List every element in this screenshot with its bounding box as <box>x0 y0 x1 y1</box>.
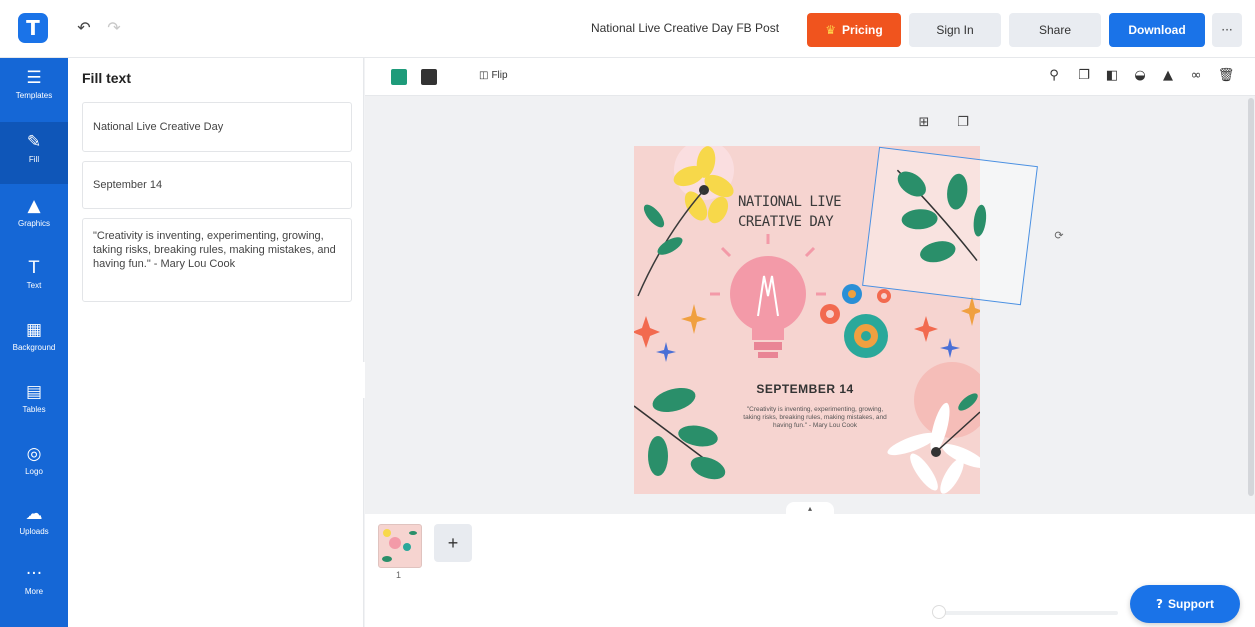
pricing-label: Pricing <box>842 23 883 37</box>
headline-line-2: CREATIVE DAY <box>738 214 834 230</box>
flip-button[interactable]: ◫ Flip <box>479 70 508 81</box>
zoom-slider-handle[interactable] <box>932 605 946 619</box>
text-field-quote[interactable]: "Creativity is inventing, experimenting,… <box>82 218 352 302</box>
leaf-branch-graphic <box>896 169 987 263</box>
panel-title: Fill text <box>82 70 132 86</box>
sidebar-item-background[interactable]: ▦ Background <box>0 310 68 372</box>
sidebar-item-more[interactable]: ··· More <box>0 554 68 616</box>
page-strip <box>365 514 1255 627</box>
trash-icon[interactable]: 🗑 <box>1217 67 1235 85</box>
zoom-slider[interactable] <box>938 611 1118 615</box>
share-button[interactable]: Share <box>1009 13 1101 47</box>
add-page-button[interactable]: + <box>434 524 472 562</box>
crown-icon: ♛ <box>825 23 837 37</box>
top-bar: T ↶ ↷ National Live Creative Day FB Post… <box>0 0 1255 58</box>
pricing-button[interactable]: ♛ Pricing <box>807 13 901 47</box>
canvas-scrollbar[interactable] <box>1248 98 1254 496</box>
pencil-icon: ✎ <box>26 132 42 152</box>
undo-icon[interactable]: ↶ <box>74 18 94 38</box>
page-number: 1 <box>396 570 402 580</box>
sidebar-item-fill[interactable]: ✎ Fill <box>0 122 68 184</box>
document-title[interactable]: National Live Creative Day FB Post <box>574 21 796 35</box>
page-thumbnail[interactable] <box>378 524 422 568</box>
sidebar-item-text[interactable]: T Text <box>0 248 68 310</box>
color-swatch-green[interactable] <box>391 69 407 85</box>
thumbnail-preview <box>382 529 417 562</box>
copy-page-icon[interactable]: ❐ <box>954 114 972 132</box>
fill-text-panel: Fill text National Live Creative Day Sep… <box>68 58 364 627</box>
more-icon: ··· <box>25 564 43 584</box>
add-page-icon[interactable]: ⊞ <box>915 114 933 132</box>
rotate-handle-icon[interactable]: ⟳ <box>1052 229 1066 243</box>
artboard-date[interactable]: SEPTEMBER 14 <box>730 382 880 396</box>
selected-element-frame[interactable] <box>862 146 1038 306</box>
support-label: Support <box>1167 597 1214 611</box>
layers-icon[interactable]: ◧ <box>1103 67 1121 85</box>
sidebar-item-label: Templates <box>15 91 53 100</box>
sidebar-item-label: Uploads <box>19 527 49 536</box>
text-field-date[interactable]: September 14 <box>82 161 352 209</box>
background-icon: ▦ <box>25 320 43 340</box>
color-swatch-dark[interactable] <box>421 69 437 85</box>
flip-label: Flip <box>491 70 508 81</box>
flip-icon: ◫ <box>479 70 489 81</box>
format-paint-icon[interactable]: ⚲ <box>1045 67 1063 85</box>
sidebar-item-templates[interactable]: ☰ Templates <box>0 58 68 120</box>
sidebar-item-label: Logo <box>25 467 43 476</box>
logo-icon: ◎ <box>26 444 42 464</box>
download-button[interactable]: Download <box>1109 13 1205 47</box>
app-logo[interactable]: T <box>18 13 48 43</box>
lock-icon[interactable]: ▲ <box>1159 67 1177 85</box>
support-button[interactable]: ? Support <box>1130 585 1240 623</box>
table-icon: ▤ <box>25 382 43 402</box>
sidebar-item-label: More <box>24 587 44 596</box>
shapes-icon: ▲ <box>27 196 41 216</box>
redo-icon[interactable]: ↷ <box>104 18 124 38</box>
sidebar-item-tables[interactable]: ▤ Tables <box>0 372 68 434</box>
sidebar-item-label: Background <box>12 343 56 352</box>
left-sidebar: ☰ Templates ✎ Fill ▲ Graphics T Text ▦ B… <box>0 58 68 627</box>
link-icon[interactable]: ∞ <box>1187 67 1205 85</box>
headline-line-1: NATIONAL LIVE <box>738 194 842 210</box>
sidebar-item-label: Tables <box>22 405 46 414</box>
sidebar-item-label: Fill <box>28 155 40 164</box>
more-options-button[interactable]: ··· <box>1212 13 1242 47</box>
text-field-title[interactable]: National Live Creative Day <box>82 102 352 152</box>
sidebar-item-logo[interactable]: ◎ Logo <box>0 434 68 496</box>
text-icon: T <box>28 258 40 278</box>
element-toolbar: ◫ Flip ⚲ ❐ ◧ ◒ ▲ ∞ 🗑 <box>365 58 1255 96</box>
cloud-upload-icon: ☁ <box>25 504 43 524</box>
opacity-icon[interactable]: ◒ <box>1131 67 1149 85</box>
sign-in-button[interactable]: Sign In <box>909 13 1001 47</box>
page-strip-toggle[interactable]: ▴ <box>786 502 834 516</box>
sidebar-item-label: Text <box>26 281 42 290</box>
artboard-headline[interactable]: NATIONAL LIVE CREATIVE DAY <box>738 192 878 232</box>
templates-icon: ☰ <box>26 68 42 88</box>
sidebar-item-label: Graphics <box>17 219 50 228</box>
sidebar-item-graphics[interactable]: ▲ Graphics <box>0 186 68 248</box>
help-icon: ? <box>1156 597 1163 611</box>
artboard-quote[interactable]: "Creativity is inventing, experimenting,… <box>742 406 888 430</box>
sidebar-item-uploads[interactable]: ☁ Uploads <box>0 494 68 556</box>
duplicate-icon[interactable]: ❐ <box>1075 67 1093 85</box>
